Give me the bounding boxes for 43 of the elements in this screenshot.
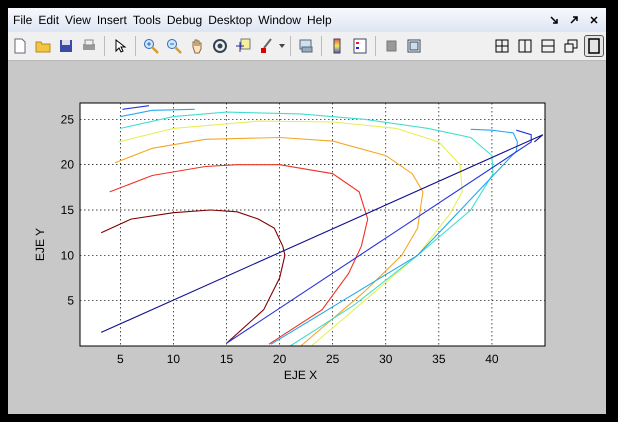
tick-label: 10 bbox=[60, 248, 74, 262]
arrow-down-right-icon bbox=[549, 15, 559, 25]
legend-icon bbox=[352, 38, 368, 54]
zoom-out-icon bbox=[166, 38, 182, 54]
rotate-icon bbox=[212, 38, 228, 54]
zoom-in-icon bbox=[143, 38, 159, 54]
tick-label: 25 bbox=[60, 112, 74, 126]
tick-label: 35 bbox=[432, 352, 446, 366]
columns-icon bbox=[517, 38, 533, 54]
tick-label: 20 bbox=[60, 158, 74, 172]
layout-button[interactable] bbox=[584, 35, 604, 57]
axis-label: EJE X bbox=[284, 368, 318, 382]
tick-label: 25 bbox=[326, 352, 340, 366]
tick-label: 15 bbox=[220, 352, 234, 366]
rows-icon bbox=[540, 38, 556, 54]
axis-label: EJE Y bbox=[33, 228, 47, 262]
tick-label: 20 bbox=[272, 352, 286, 366]
tick-label: 30 bbox=[379, 352, 392, 366]
brush-icon bbox=[258, 38, 274, 54]
maximize-icon bbox=[586, 37, 602, 55]
menu-item[interactable]: Desktop bbox=[205, 13, 256, 27]
tick-label: 10 bbox=[166, 352, 180, 366]
arrow-up-right-icon bbox=[569, 15, 579, 25]
data-cursor-icon bbox=[235, 38, 251, 54]
caret-icon bbox=[279, 43, 285, 49]
float-window-icon bbox=[563, 38, 579, 54]
page-icon bbox=[12, 38, 28, 54]
tick-label: 40 bbox=[485, 352, 499, 366]
menu-item[interactable]: Edit bbox=[35, 13, 62, 27]
menu-item[interactable]: Insert bbox=[94, 13, 130, 27]
tick-label: 5 bbox=[117, 352, 124, 366]
menu-item[interactable]: Debug bbox=[164, 13, 206, 27]
tick-label: 15 bbox=[60, 203, 74, 217]
window-icon bbox=[406, 38, 422, 54]
menu-item[interactable]: Help bbox=[304, 13, 335, 27]
menu-item[interactable]: File bbox=[10, 13, 36, 27]
menu-item[interactable]: View bbox=[62, 13, 94, 27]
menu-item[interactable]: Window bbox=[255, 13, 304, 27]
linked-plot-icon bbox=[298, 38, 314, 54]
tick-label: 5 bbox=[67, 294, 74, 308]
grid-icon bbox=[494, 38, 510, 54]
menu-item[interactable]: Tools bbox=[130, 13, 164, 27]
close-icon bbox=[589, 15, 599, 25]
